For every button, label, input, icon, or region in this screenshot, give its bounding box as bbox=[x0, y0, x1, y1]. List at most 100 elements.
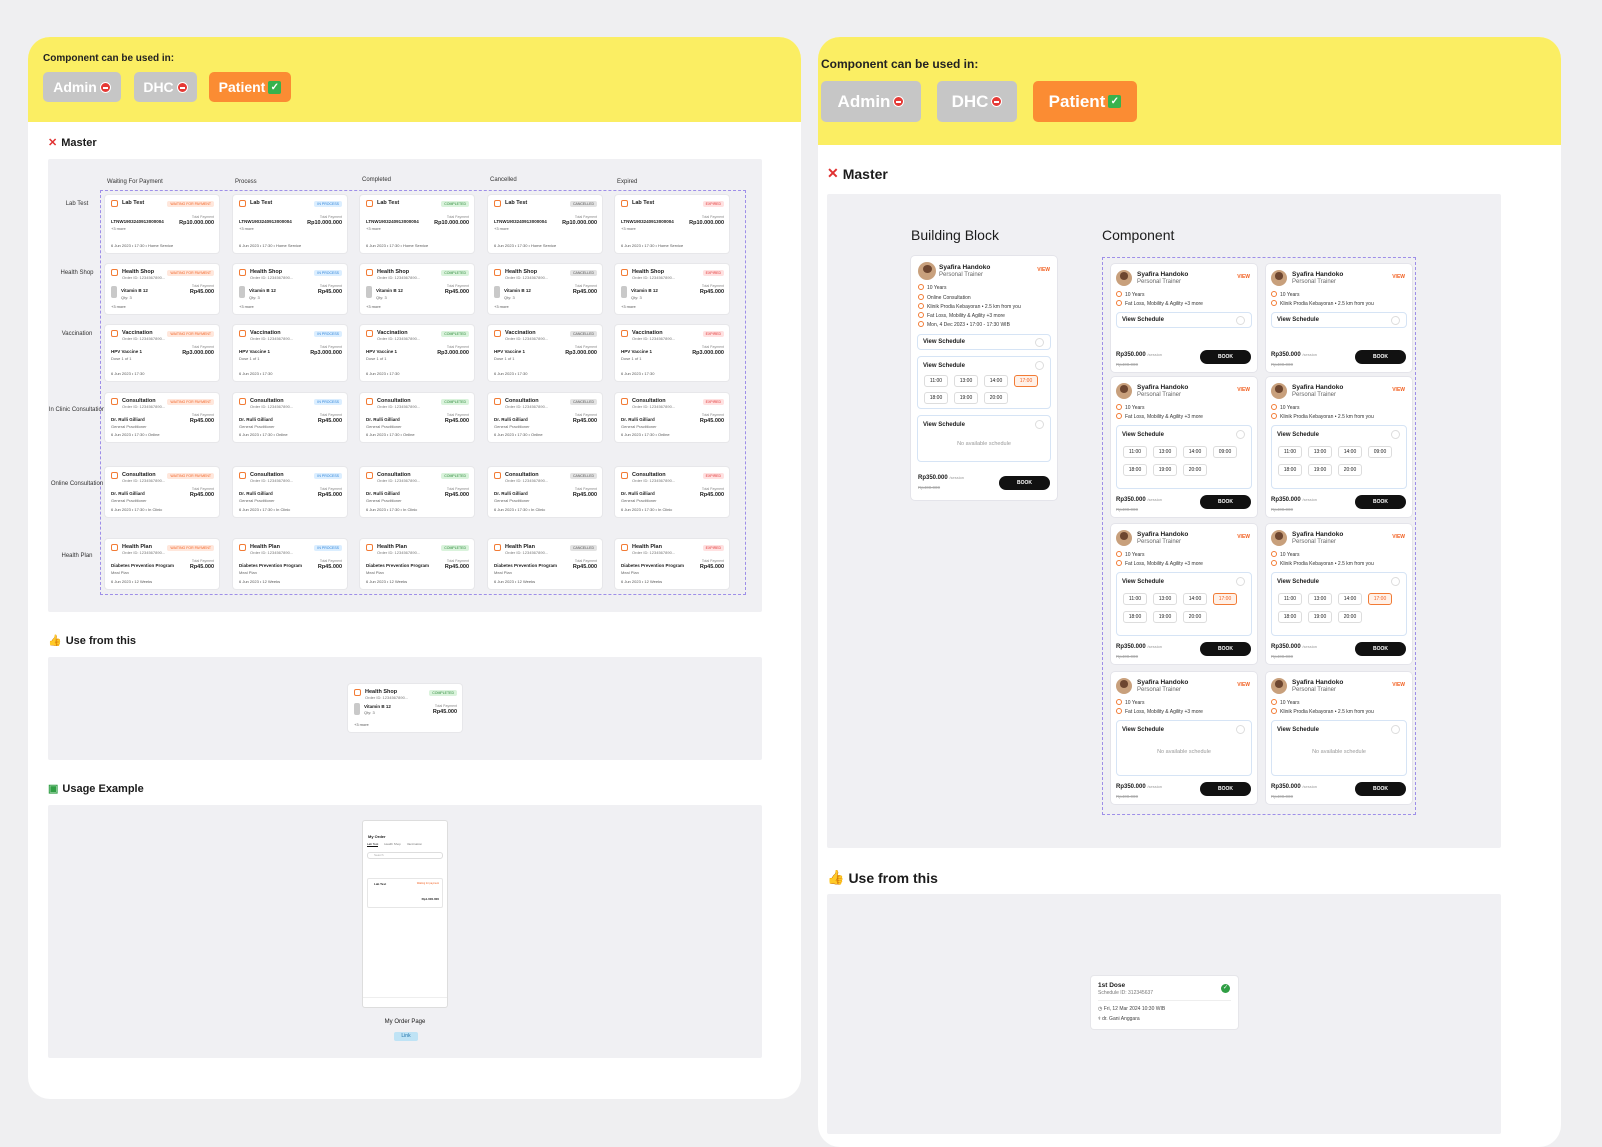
view-link[interactable]: VIEW bbox=[1237, 682, 1250, 688]
view-schedule-panel[interactable]: View Schedule 11:00 13:00 14:00 17:00 18:00 19… bbox=[917, 356, 1051, 409]
order-card[interactable]: Vaccination Order ID: 1234567890... EXPI… bbox=[615, 325, 729, 381]
order-card[interactable]: Health Shop Order ID: 1234567890... IN P… bbox=[233, 264, 347, 314]
order-card[interactable]: Vaccination Order ID: 1234567890... IN P… bbox=[233, 325, 347, 381]
phone-search[interactable]: Search bbox=[367, 852, 443, 859]
phone-tab[interactable]: Lab Test bbox=[367, 842, 379, 847]
time-slot[interactable]: 18:00 bbox=[1123, 464, 1147, 476]
time-slot[interactable]: 14:00 bbox=[1183, 593, 1207, 605]
time-slot[interactable]: 09:00 bbox=[1213, 446, 1237, 458]
view-schedule-panel[interactable]: View Schedule 11:00 13:00 14:00 17:00 18:00 19… bbox=[1116, 572, 1252, 636]
book-button[interactable]: BOOK bbox=[1200, 495, 1251, 509]
order-card[interactable]: Vaccination Order ID: 1234567890... WAIT… bbox=[105, 325, 219, 381]
admin-chip[interactable]: Admin bbox=[43, 72, 121, 102]
view-schedule-panel[interactable]: View Schedule 11:00 13:00 14:00 17:00 18:00 19… bbox=[1271, 572, 1407, 636]
view-schedule-panel[interactable]: View Schedule No available schedule bbox=[917, 415, 1051, 462]
book-button[interactable]: BOOK bbox=[999, 476, 1050, 490]
order-card[interactable]: Vaccination Order ID: 1234567890... CANC… bbox=[488, 325, 602, 381]
order-card[interactable]: Lab Test IN PROCESS LTNW1903240913000004… bbox=[233, 195, 347, 253]
time-slot[interactable]: 18:00 bbox=[1278, 464, 1302, 476]
view-link[interactable]: VIEW bbox=[1037, 267, 1050, 273]
time-slot[interactable]: 14:00 bbox=[1338, 446, 1362, 458]
trainer-card[interactable]: Syafira Handoko Personal Trainer VIEW 10… bbox=[1111, 377, 1257, 517]
view-schedule-panel[interactable]: View Schedule 11:00 13:00 14:00 09:00 18:00 19… bbox=[1116, 425, 1252, 489]
order-card[interactable]: Consultation Order ID: 1234567890... EXP… bbox=[615, 393, 729, 442]
order-card[interactable]: Health Plan Order ID: 1234567890... CANC… bbox=[488, 539, 602, 589]
time-slot[interactable]: 19:00 bbox=[954, 392, 978, 404]
admin-chip[interactable]: Admin bbox=[821, 81, 921, 122]
view-link[interactable]: VIEW bbox=[1237, 534, 1250, 540]
book-button[interactable]: BOOK bbox=[1200, 782, 1251, 796]
view-link[interactable]: VIEW bbox=[1392, 387, 1405, 393]
patient-chip[interactable]: Patient ✓ bbox=[209, 72, 291, 102]
view-schedule-toggle[interactable]: View Schedule bbox=[1271, 312, 1407, 328]
view-schedule-panel[interactable]: View Schedule 11:00 13:00 14:00 09:00 18:00 19… bbox=[1271, 425, 1407, 489]
book-button[interactable]: BOOK bbox=[1355, 495, 1406, 509]
order-card[interactable]: Health Shop Order ID: 1234567890... CANC… bbox=[488, 264, 602, 314]
time-slot[interactable]: 19:00 bbox=[1153, 464, 1177, 476]
time-slot[interactable]: 18:00 bbox=[1278, 611, 1302, 623]
order-card[interactable]: Consultation Order ID: 1234567890... CAN… bbox=[488, 393, 602, 442]
view-link[interactable]: VIEW bbox=[1237, 387, 1250, 393]
time-slot[interactable]: 11:00 bbox=[1278, 446, 1302, 458]
time-slot[interactable]: 14:00 bbox=[1183, 446, 1207, 458]
order-card[interactable]: Health Plan Order ID: 1234567890... COMP… bbox=[360, 539, 474, 589]
time-slot[interactable]: 13:00 bbox=[954, 375, 978, 387]
trainer-card[interactable]: Syafira Handoko Personal Trainer VIEW 10… bbox=[1266, 377, 1412, 517]
time-slot[interactable]: 17:00 bbox=[1213, 593, 1237, 605]
book-button[interactable]: BOOK bbox=[1355, 350, 1406, 364]
trainer-card-building-block[interactable]: Syafira Handoko Personal Trainer VIEW 10… bbox=[911, 256, 1057, 500]
time-slot[interactable]: 19:00 bbox=[1308, 464, 1332, 476]
trainer-card[interactable]: Syafira Handoko Personal Trainer VIEW 10… bbox=[1266, 524, 1412, 664]
order-card[interactable]: Health Plan Order ID: 1234567890... EXPI… bbox=[615, 539, 729, 589]
phone-order-card[interactable]: Lab Test Waiting for payment Rp1.000.000 bbox=[367, 878, 443, 908]
time-slot[interactable]: 14:00 bbox=[1338, 593, 1362, 605]
order-card[interactable]: Vaccination Order ID: 1234567890... COMP… bbox=[360, 325, 474, 381]
patient-chip[interactable]: Patient ✓ bbox=[1033, 81, 1137, 122]
time-slot[interactable]: 20:00 bbox=[1183, 611, 1207, 623]
trainer-card[interactable]: Syafira Handoko Personal Trainer VIEW 10… bbox=[1111, 264, 1257, 372]
time-slot[interactable]: 11:00 bbox=[1123, 446, 1147, 458]
order-card[interactable]: Consultation Order ID: 1234567890... COM… bbox=[360, 393, 474, 442]
trainer-card[interactable]: Syafira Handoko Personal Trainer VIEW 10… bbox=[1111, 524, 1257, 664]
time-slot[interactable]: 20:00 bbox=[1338, 464, 1362, 476]
time-slot[interactable]: 11:00 bbox=[1123, 593, 1147, 605]
phone-tab[interactable]: Health Shop bbox=[384, 842, 401, 847]
time-slot[interactable]: 17:00 bbox=[1014, 375, 1038, 387]
time-slot[interactable]: 18:00 bbox=[924, 392, 948, 404]
view-link[interactable]: VIEW bbox=[1392, 682, 1405, 688]
phone-tab[interactable]: Vaccination bbox=[407, 842, 422, 847]
dhc-chip[interactable]: DHC bbox=[937, 81, 1017, 122]
time-slot[interactable]: 11:00 bbox=[1278, 593, 1302, 605]
time-slot[interactable]: 13:00 bbox=[1153, 593, 1177, 605]
time-slot[interactable]: 11:00 bbox=[924, 375, 948, 387]
order-card[interactable]: Consultation Order ID: 1234567890... WAI… bbox=[105, 467, 219, 517]
order-card[interactable]: Health Shop Order ID: 1234567890... EXPI… bbox=[615, 264, 729, 314]
time-slot[interactable]: 20:00 bbox=[1338, 611, 1362, 623]
time-slot[interactable]: 14:00 bbox=[984, 375, 1008, 387]
time-slot[interactable]: 13:00 bbox=[1308, 593, 1332, 605]
view-schedule-panel[interactable]: View Schedule No available schedule bbox=[1116, 720, 1252, 776]
order-card[interactable]: Consultation Order ID: 1234567890... WAI… bbox=[105, 393, 219, 442]
order-card[interactable]: Health Shop Order ID: 1234567890... COMP… bbox=[360, 264, 474, 314]
view-link[interactable]: VIEW bbox=[1237, 274, 1250, 280]
order-card[interactable]: Health Plan Order ID: 1234567890... WAIT… bbox=[105, 539, 219, 589]
trainer-card[interactable]: Syafira Handoko Personal Trainer VIEW 10… bbox=[1266, 672, 1412, 804]
dhc-chip[interactable]: DHC bbox=[134, 72, 197, 102]
view-link[interactable]: VIEW bbox=[1392, 534, 1405, 540]
view-link[interactable]: VIEW bbox=[1392, 274, 1405, 280]
time-slot[interactable]: 20:00 bbox=[984, 392, 1008, 404]
link-button[interactable]: Link bbox=[394, 1032, 418, 1041]
trainer-card[interactable]: Syafira Handoko Personal Trainer VIEW 10… bbox=[1266, 264, 1412, 372]
order-card[interactable]: Health Shop Order ID: 1234567890... WAIT… bbox=[105, 264, 219, 314]
book-button[interactable]: BOOK bbox=[1355, 642, 1406, 656]
dose-card[interactable]: 1st Dose Schedule ID: 312345637 ✓ ◷ Fri,… bbox=[1091, 976, 1238, 1029]
trainer-card[interactable]: Syafira Handoko Personal Trainer VIEW 10… bbox=[1111, 672, 1257, 804]
time-slot[interactable]: 09:00 bbox=[1368, 446, 1392, 458]
order-card[interactable]: Lab Test CANCELLED LTNW1903240913000004 … bbox=[488, 195, 602, 253]
time-slot[interactable]: 19:00 bbox=[1153, 611, 1177, 623]
view-schedule-panel[interactable]: View Schedule No available schedule bbox=[1271, 720, 1407, 776]
order-card[interactable]: Lab Test WAITING FOR PAYMENT LTNW1903240… bbox=[105, 195, 219, 253]
order-card[interactable]: Health Plan Order ID: 1234567890... IN P… bbox=[233, 539, 347, 589]
health-shop-card[interactable]: Health Shop Order ID: 1234567890... COMP… bbox=[348, 684, 462, 732]
book-button[interactable]: BOOK bbox=[1200, 642, 1251, 656]
